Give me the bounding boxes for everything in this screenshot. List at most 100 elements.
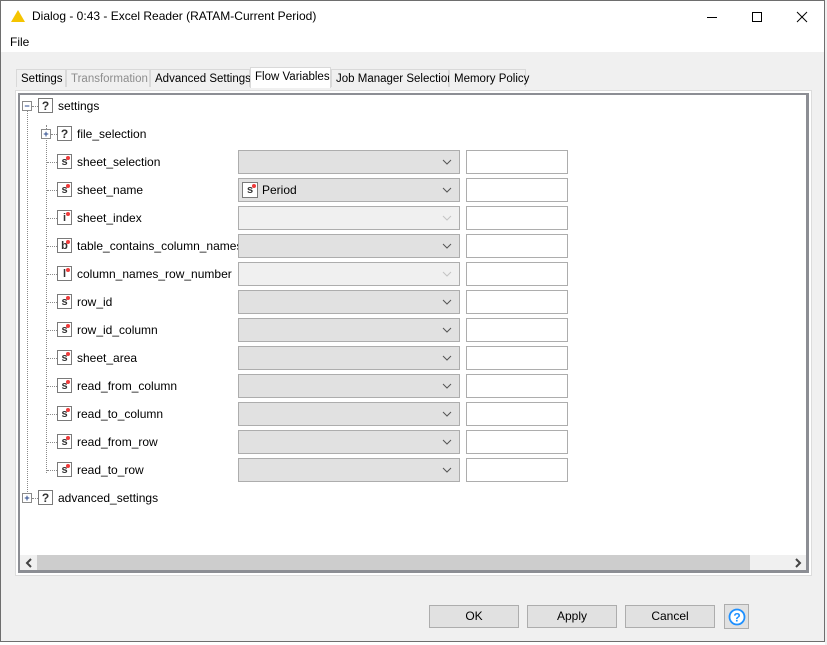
- sheet-selection-output-variable-input[interactable]: [466, 150, 568, 174]
- select-field: [241, 265, 439, 283]
- tree-line: [47, 274, 57, 275]
- string-type-icon: s: [57, 154, 72, 169]
- string-type-icon: s: [57, 182, 72, 197]
- horizontal-scrollbar[interactable]: [20, 555, 806, 570]
- dialog-window: Dialog - 0:43 - Excel Reader (RATAM-Curr…: [0, 0, 825, 642]
- close-button[interactable]: [779, 1, 825, 32]
- sheet-name-output-variable-input[interactable]: [466, 178, 568, 202]
- row-id-variable-select[interactable]: [238, 290, 460, 314]
- tree-node-row-id[interactable]: row_id: [77, 295, 112, 309]
- tab-memory-policy[interactable]: Memory Policy: [449, 69, 529, 87]
- chevron-left-icon: [25, 557, 32, 568]
- chevron-down-icon: [442, 411, 452, 417]
- read-from-column-output-variable-input[interactable]: [466, 374, 568, 398]
- string-type-icon: s: [242, 182, 258, 198]
- table-contains-column-names-output-variable-input[interactable]: [466, 234, 568, 258]
- expand-file-selection-toggle[interactable]: +: [41, 129, 51, 139]
- tree-node-sheet-name[interactable]: sheet_name: [77, 183, 143, 197]
- tree-line: [27, 109, 28, 502]
- flow-variables-panel: − ? settings + ? file_selection s sheet_s…: [15, 90, 812, 576]
- expand-advanced-settings-toggle[interactable]: +: [22, 493, 32, 503]
- read-from-column-variable-select[interactable]: [238, 374, 460, 398]
- read-to-row-variable-select[interactable]: [238, 458, 460, 482]
- read-from-row-output-variable-input[interactable]: [466, 430, 568, 454]
- unknown-type-icon: ?: [57, 126, 72, 141]
- read-to-column-variable-select[interactable]: [238, 402, 460, 426]
- minimize-button[interactable]: [689, 1, 735, 32]
- sheet-area-output-variable-input[interactable]: [466, 346, 568, 370]
- chevron-down-icon: [442, 355, 452, 361]
- tree-line: [47, 218, 57, 219]
- string-type-icon: s: [57, 378, 72, 393]
- flow-variable-dot-icon: [66, 268, 70, 272]
- scrollbar-thumb[interactable]: [37, 555, 750, 570]
- tab-settings[interactable]: Settings: [16, 69, 66, 87]
- flow-variable-dot-icon: [66, 352, 70, 356]
- ok-button[interactable]: OK: [429, 605, 519, 628]
- sheet-selection-variable-select[interactable]: [238, 150, 460, 174]
- close-icon: [796, 11, 808, 22]
- tree-node-sheet-selection[interactable]: sheet_selection: [77, 155, 160, 169]
- tree-node-row-id-column[interactable]: row_id_column: [77, 323, 158, 337]
- string-type-icon: s: [57, 322, 72, 337]
- read-from-row-variable-select[interactable]: [238, 430, 460, 454]
- flow-variable-dot-icon: [252, 184, 256, 188]
- chevron-down-icon: [442, 299, 452, 305]
- apply-button[interactable]: Apply: [527, 605, 617, 628]
- help-button[interactable]: ?: [724, 604, 749, 629]
- tree-line: [47, 190, 57, 191]
- tree-line: [47, 358, 57, 359]
- flow-variable-dot-icon: [66, 212, 70, 216]
- tree-node-file-selection[interactable]: file_selection: [77, 127, 146, 141]
- chevron-down-icon: [442, 215, 452, 221]
- cancel-button[interactable]: Cancel: [625, 605, 715, 628]
- svg-text:?: ?: [733, 610, 740, 624]
- column-names-row-number-output-variable-input[interactable]: [466, 262, 568, 286]
- menu-bar: File: [1, 32, 824, 52]
- boolean-type-icon: b: [57, 238, 72, 253]
- chevron-down-icon: [442, 327, 452, 333]
- column-names-row-number-variable-select: [238, 262, 460, 286]
- chevron-down-icon: [442, 159, 452, 165]
- maximize-button[interactable]: [734, 1, 780, 32]
- tab-flow-variables[interactable]: Flow Variables: [250, 67, 331, 88]
- row-id-output-variable-input[interactable]: [466, 290, 568, 314]
- help-icon: ?: [728, 608, 745, 625]
- tree-node-read-from-row[interactable]: read_from_row: [77, 435, 158, 449]
- sheet-area-variable-select[interactable]: [238, 346, 460, 370]
- tree-node-read-to-row[interactable]: read_to_row: [77, 463, 144, 477]
- menu-file[interactable]: File: [10, 35, 29, 49]
- collapse-settings-toggle[interactable]: −: [22, 101, 32, 111]
- sheet-name-variable-select[interactable]: s Period: [238, 178, 460, 202]
- tree-node-sheet-area[interactable]: sheet_area: [77, 351, 137, 365]
- chevron-down-icon: [442, 271, 452, 277]
- tree-node-read-from-column[interactable]: read_from_column: [77, 379, 177, 393]
- tab-job-manager-selection[interactable]: Job Manager Selection: [331, 69, 454, 87]
- tree-node-read-to-column[interactable]: read_to_column: [77, 407, 163, 421]
- tree-node-settings[interactable]: settings: [58, 99, 99, 113]
- tree-node-advanced-settings[interactable]: advanced_settings: [58, 491, 158, 505]
- row-id-column-output-variable-input[interactable]: [466, 318, 568, 342]
- tree-line: [47, 246, 57, 247]
- unknown-type-icon: ?: [38, 490, 53, 505]
- window-title: Dialog - 0:43 - Excel Reader (RATAM-Curr…: [32, 9, 317, 23]
- sheet-index-output-variable-input[interactable]: [466, 206, 568, 230]
- selected-variable-label: Period: [262, 183, 297, 197]
- read-to-column-output-variable-input[interactable]: [466, 402, 568, 426]
- tree-line: [47, 386, 57, 387]
- flow-variable-dot-icon: [66, 408, 70, 412]
- tree-node-table-contains-column-names[interactable]: table_contains_column_names: [77, 239, 242, 253]
- unknown-type-icon: ?: [38, 98, 53, 113]
- tab-advanced-settings[interactable]: Advanced Settings: [150, 69, 251, 87]
- read-to-row-output-variable-input[interactable]: [466, 458, 568, 482]
- tree-line: [47, 414, 57, 415]
- tree-node-sheet-index[interactable]: sheet_index: [77, 211, 142, 225]
- row-id-column-variable-select[interactable]: [238, 318, 460, 342]
- table-contains-column-names-variable-select[interactable]: [238, 234, 460, 258]
- integer-type-icon: i: [57, 210, 72, 225]
- scroll-left-button[interactable]: [20, 555, 37, 570]
- tree-node-column-names-row-number[interactable]: column_names_row_number: [77, 267, 232, 281]
- tree-scroll-area: − ? settings + ? file_selection s sheet_s…: [18, 93, 809, 573]
- long-type-icon: l: [57, 266, 72, 281]
- scroll-right-button[interactable]: [789, 555, 806, 570]
